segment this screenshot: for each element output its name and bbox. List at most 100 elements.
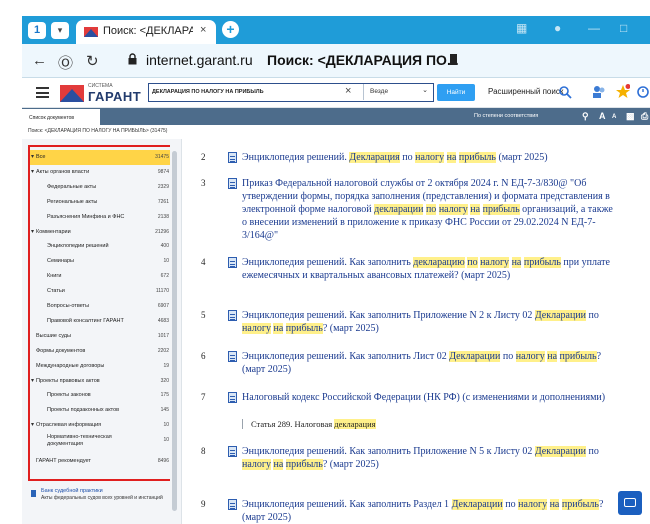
tree-item-count: 145 [160,407,169,414]
sidebar-scrollbar[interactable] [170,139,179,524]
tree-item[interactable]: Нормативно-техническая документация 10 [30,433,173,453]
back-icon[interactable]: ← [32,52,47,69]
workspace-badge[interactable]: 1 [28,22,46,39]
tree-item[interactable]: Проекты подзаконных актов 145 [30,403,173,418]
tree-item[interactable]: ГАРАНТ рекомендует 8496 [30,454,173,469]
garant-favicon-icon [84,27,98,37]
court-practice-subtitle: Акты федеральных судов всех уровней и ин… [41,495,163,502]
highlighted-term: по [425,204,437,215]
highlighted-term: по [467,257,478,268]
tab-document-list[interactable]: Список документов [22,108,100,125]
result-link[interactable]: Энциклопедия решений. Как заполнить Разд… [242,498,617,524]
tree-item[interactable]: Энциклопедии решений 400 [30,239,173,254]
tree-item[interactable]: Высшие суды 1017 [30,329,173,344]
print-icon[interactable]: ⎙ [641,111,648,122]
tree-item-label: Региональные акты [47,198,98,205]
tree-item[interactable]: Формы документов 2202 [30,344,173,359]
reload-icon[interactable]: ↻ [86,52,99,70]
tree-item[interactable]: Федеральные акты 2329 [30,180,173,195]
tree-item[interactable]: Международные договоры 19 [30,359,173,374]
tree-item[interactable]: Вопросы-ответы 6907 [30,299,173,314]
result-sub-article-link[interactable]: Статья 289. Налоговая декларация [242,419,376,429]
save-icon[interactable]: ▩ [626,111,635,122]
search-button[interactable]: Найти [437,84,475,101]
advanced-search-icon[interactable] [558,84,572,99]
tree-item-label: Акты органов власти [36,168,90,175]
tree-item[interactable]: Разъяснения Минфина и ФНС 2138 [30,210,173,225]
url-text[interactable]: internet.garant.ru [146,52,253,68]
result-text-fragment: по [586,446,599,457]
tab-bar: 1 ▾ Поиск: <ДЕКЛАРАЦИЯ × + ▦ ● — □ [22,16,650,44]
menu-icon[interactable] [36,87,49,98]
clear-icon[interactable]: × [345,85,351,97]
search-box: × Везде ⌄ [148,83,434,102]
court-practice-link[interactable]: Банк судебной практики Акты федеральных … [41,488,171,502]
result-text-fragment: по [399,152,416,163]
tree-item[interactable]: Книги 672 [30,269,173,284]
garant-header: СИСТЕМА ГАРАНТ × Везде ⌄ Найти Расширенн… [22,78,650,108]
result-text-fragment: (март 2025) [495,152,548,163]
chevron-down-icon[interactable]: ▾ [31,153,34,160]
advanced-search-link[interactable]: Расширенный поиск [488,87,563,96]
font-size-smaller-button[interactable]: A [612,114,616,120]
history-icon[interactable] [636,84,650,99]
account-icon[interactable]: ● [554,21,561,35]
result-link[interactable]: Энциклопедия решений. Как заполнить Прил… [242,445,617,471]
extensions-icon[interactable]: ▦ [516,21,527,35]
users-icon[interactable] [592,84,606,99]
tree-item[interactable]: ▾ Комментарии 21296 [30,225,173,240]
tree-item[interactable]: Семинары 10 [30,254,173,269]
tab-list-chevron-icon[interactable]: ▾ [51,22,69,39]
result-text-fragment: Энциклопедия решений. Как заполнить Разд… [242,499,452,510]
search-input[interactable] [152,85,342,99]
help-chat-icon[interactable] [618,491,642,515]
document-icon [228,152,237,163]
result-text-fragment: ? (март 2025) [322,323,379,334]
tree-item[interactable]: ▾ Отраслевая информация 10 [30,418,173,433]
result-text-fragment: Налоговый кодекс Российской Федерации (Н… [242,392,606,403]
tree-item[interactable]: ▾ Проекты правовых актов 320 [30,374,173,389]
yandex-icon[interactable]: Ⓞ [58,52,73,73]
minimize-icon[interactable]: — [588,21,600,35]
result-link[interactable]: Энциклопедия решений. Декларация по нало… [242,151,617,164]
result-link[interactable]: Налоговый кодекс Российской Федерации (Н… [242,391,617,404]
tree-item-count: 2138 [157,213,169,220]
result-text-fragment: ? (март 2025) [322,459,379,470]
tree-item-count: 400 [160,243,169,250]
tree-item-label: Все [36,154,46,160]
result-text-fragment: Статья 289. Налоговая [251,419,335,429]
chevron-down-icon[interactable]: ▾ [31,168,34,175]
chevron-down-icon: ⌄ [422,87,428,94]
bookmark-icon[interactable] [450,54,457,65]
document-icon [228,499,237,510]
result-link[interactable]: Энциклопедия решений. Как заполнить Прил… [242,309,617,335]
chevron-down-icon[interactable]: ▾ [31,228,34,235]
result-link[interactable]: Энциклопедия решений. Как заполнить декл… [242,256,617,282]
search-scope-select[interactable]: Везде ⌄ [363,84,433,100]
highlighted-term: налогу [518,499,548,510]
result-link[interactable]: Энциклопедия решений. Как заполнить Лист… [242,350,617,376]
star-icon[interactable] [616,84,630,99]
search-scope-value: Везде [370,88,389,95]
maximize-icon[interactable]: □ [620,21,627,35]
filter-icon[interactable]: ⚲ [582,111,589,122]
chevron-down-icon[interactable]: ▾ [31,421,34,428]
tree-item[interactable]: Региональные акты 7261 [30,195,173,210]
tree-item-label: Международные договоры [36,362,105,369]
sort-selector[interactable]: По степени соответствия [474,113,538,119]
tree-item[interactable]: ▾ Все 31475 [30,150,173,165]
sidebar-scroll-thumb[interactable] [172,151,177,511]
lock-icon[interactable] [128,53,137,65]
tree-item[interactable]: Правовой консалтинг ГАРАНТ 4683 [30,314,173,329]
result-link[interactable]: Приказ Федеральной налоговой службы от 2… [242,177,617,242]
tree-item-label: Проекты подзаконных актов [47,407,120,414]
tab-close-icon[interactable]: × [200,24,206,36]
browser-tab-active[interactable]: Поиск: <ДЕКЛАРАЦИЯ × [76,20,216,44]
tree-item[interactable]: ▾ Акты органов власти 9874 [30,165,173,180]
tree-item[interactable]: Статьи 11170 [30,284,173,299]
tree-item[interactable]: Проекты законов 175 [30,388,173,403]
font-size-larger-button[interactable]: A [599,111,606,121]
garant-logo-mark-icon [60,85,84,102]
chevron-down-icon[interactable]: ▾ [31,377,34,384]
new-tab-button[interactable]: + [222,21,239,38]
